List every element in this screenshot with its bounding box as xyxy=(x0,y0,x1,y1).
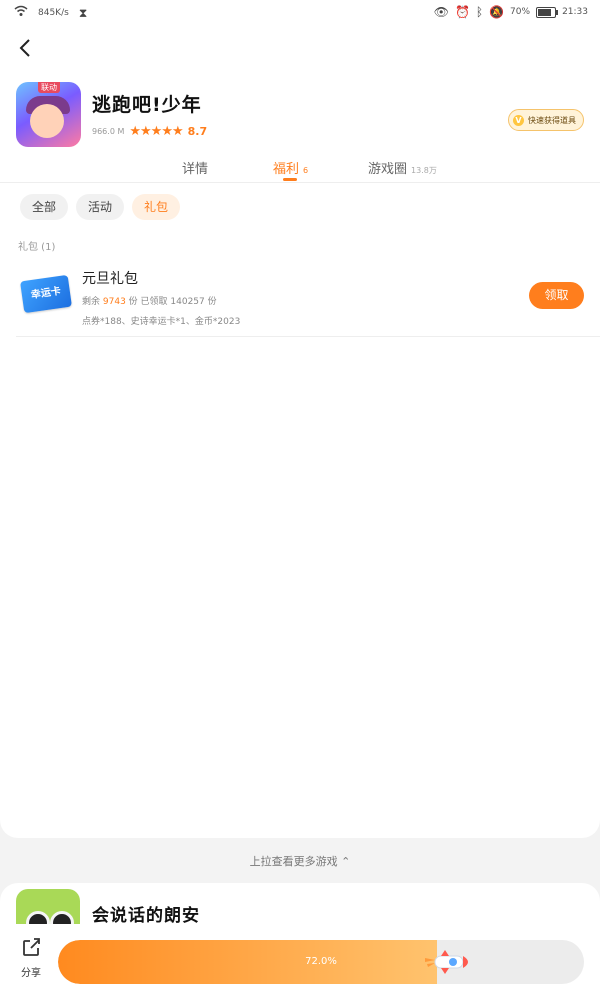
wifi-icon xyxy=(14,5,28,20)
chip-activities[interactable]: 活动 xyxy=(76,194,125,220)
progress-text: 72.0% xyxy=(305,956,337,967)
game-icon-tag: 联动 xyxy=(38,82,60,93)
gift-description: 点券*188、史诗幸运卡*1、金币*2023 xyxy=(82,317,241,327)
share-button[interactable]: 分享 xyxy=(16,936,46,979)
pull-up-hint[interactable]: 上拉查看更多游戏 ⌃ xyxy=(0,853,600,869)
battery-icon xyxy=(536,6,559,18)
game-title: 逃跑吧!少年 xyxy=(92,94,202,116)
gift-title: 元旦礼包 xyxy=(82,271,138,287)
quick-items-label: 快速获得道具 xyxy=(528,115,576,125)
tab-bar: 详情 福利 6 游戏圈 13.8万 xyxy=(0,156,600,183)
chip-all[interactable]: 全部 xyxy=(20,194,69,220)
bluetooth-icon: ᛒ xyxy=(475,5,484,19)
tab-label: 福利 xyxy=(273,162,300,177)
tab-count: 13.8万 xyxy=(411,166,437,175)
game-icon: 联动 xyxy=(16,82,81,147)
status-bar: 845K/s ⧗ 👁 ⏰ ᛒ 🔕 70% 21:33 xyxy=(0,0,600,26)
rocket-icon xyxy=(424,950,468,974)
chip-gift-packs[interactable]: 礼包 xyxy=(132,194,181,220)
filter-chips: 全部 活动 礼包 xyxy=(20,194,181,220)
claimed-count: 份 已领取 140257 份 xyxy=(128,297,217,307)
battery-percent: 70% xyxy=(510,7,531,17)
tab-benefits[interactable]: 福利 6 xyxy=(273,158,308,177)
back-arrow-icon[interactable] xyxy=(14,36,38,60)
tab-label: 游戏圈 xyxy=(368,162,408,177)
download-progress-bar[interactable]: 72.0% xyxy=(58,940,584,984)
tab-label: 详情 xyxy=(182,162,209,177)
rating-score: 8.7 xyxy=(187,125,208,138)
mute-icon: 🔕 xyxy=(489,5,505,19)
tab-details[interactable]: 详情 xyxy=(182,158,208,177)
bottom-bar: 分享 72.0% xyxy=(0,924,600,1000)
tab-count: 6 xyxy=(303,166,309,175)
share-icon xyxy=(23,938,40,956)
remain-prefix: 剩余 xyxy=(82,297,101,307)
remain-count: 9743 xyxy=(102,297,126,307)
tab-game-circle[interactable]: 游戏圈 13.8万 xyxy=(368,158,437,177)
game-size: 966.0 M xyxy=(92,127,125,136)
eye-icon: 👁 xyxy=(433,5,449,19)
share-label: 分享 xyxy=(21,968,41,979)
active-tab-indicator xyxy=(283,178,297,181)
game-meta: 966.0 M ★★★★★ 8.7 xyxy=(92,124,207,139)
gift-stats: 剩余 9743 份 已领取 140257 份 xyxy=(82,294,217,307)
clock: 21:33 xyxy=(562,7,588,17)
section-label: 礼包 (1) xyxy=(18,242,56,253)
net-speed: 845K/s xyxy=(38,7,69,18)
gift-item[interactable]: 幸运卡 元旦礼包 剩余 9743 份 已领取 140257 份 点券*188、史… xyxy=(16,260,600,337)
next-game-title: 会说话的朗安 xyxy=(92,906,200,926)
alarm-icon: ⏰ xyxy=(454,5,470,19)
claim-button[interactable]: 领取 xyxy=(529,282,584,309)
check-badge-icon: V xyxy=(513,114,524,126)
lucky-card-icon: 幸运卡 xyxy=(20,274,72,314)
hourglass-icon: ⧗ xyxy=(78,5,88,20)
rating-stars: ★★★★★ xyxy=(129,124,183,139)
game-detail-card: 联动 逃跑吧!少年 966.0 M ★★★★★ 8.7 V 快速获得道具 详情 … xyxy=(0,26,600,838)
quick-items-badge[interactable]: V 快速获得道具 xyxy=(508,109,584,131)
